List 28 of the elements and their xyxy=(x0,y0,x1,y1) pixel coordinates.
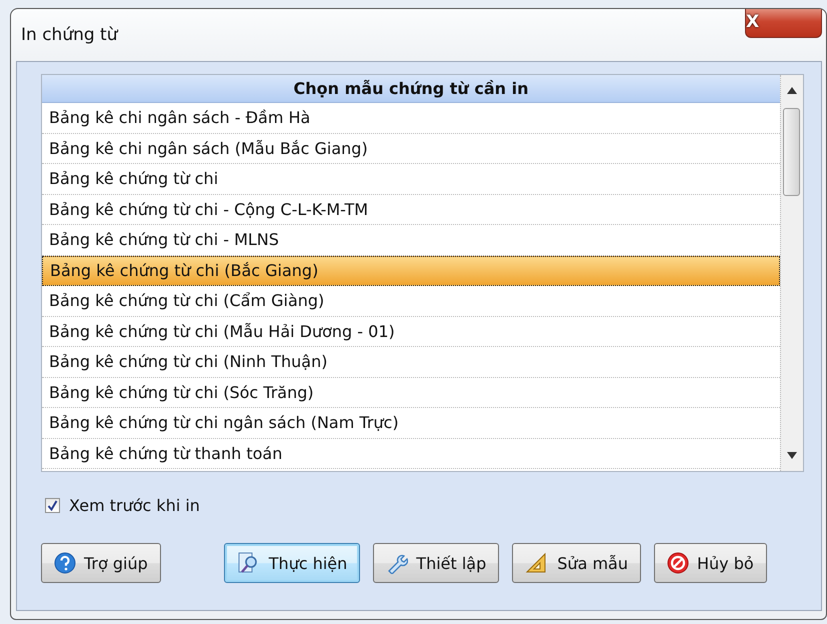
scrollbar[interactable] xyxy=(780,75,803,471)
list-item[interactable]: Bảng kê chứng từ chi (Sóc Trăng) xyxy=(42,378,780,408)
list-item[interactable]: Bảng kê chi ngân sách - Đầm Hà xyxy=(42,103,780,134)
scroll-thumb[interactable] xyxy=(783,108,800,196)
window-title: In chứng từ xyxy=(21,25,118,45)
checkbox-label: Xem trước khi in xyxy=(69,496,200,515)
settings-button[interactable]: Thiết lập xyxy=(373,543,500,583)
list-item[interactable]: Bảng kê chứng từ thanh toán xyxy=(42,438,780,469)
forbidden-icon xyxy=(666,552,689,574)
list-item[interactable]: Bảng kê chứng từ chi (Bắc Giang) xyxy=(42,256,780,286)
run-button[interactable]: Thực hiện xyxy=(224,543,360,583)
close-button[interactable]: X xyxy=(745,9,822,38)
wrench-icon xyxy=(386,552,408,574)
column-header: Chọn mẫu chứng từ cần in xyxy=(42,75,780,103)
help-button[interactable]: Trợ giúp xyxy=(41,543,161,583)
list-item[interactable]: Bảng kê chứng từ chi (Mẫu Hải Dương - 01) xyxy=(42,316,780,347)
edit-button[interactable]: Sửa mẫu xyxy=(512,543,641,583)
scroll-down-icon[interactable] xyxy=(787,452,797,459)
list-item[interactable]: Bảng kê chứng từ chi - Cộng C-L-K-M-TM xyxy=(42,194,780,225)
list-item[interactable]: Bảng kê chứng từ chi xyxy=(42,164,780,194)
list-item[interactable]: Bảng kê chứng từ chi (Cẩm Giàng) xyxy=(42,286,780,316)
help-icon xyxy=(54,552,76,574)
list-item[interactable]: Bảng kê chứng từ chi (Ninh Thuận) xyxy=(42,347,780,378)
list-item[interactable]: Bảng kê chi ngân sách (Mẫu Bắc Giang) xyxy=(42,134,780,164)
list-item[interactable]: Bảng kê chứng từ chi ngân sách (Nam Trực) xyxy=(42,408,780,438)
preview-checkbox[interactable] xyxy=(45,498,60,513)
cancel-button[interactable]: Hủy bỏ xyxy=(654,543,767,583)
scroll-up-icon[interactable] xyxy=(787,87,797,94)
